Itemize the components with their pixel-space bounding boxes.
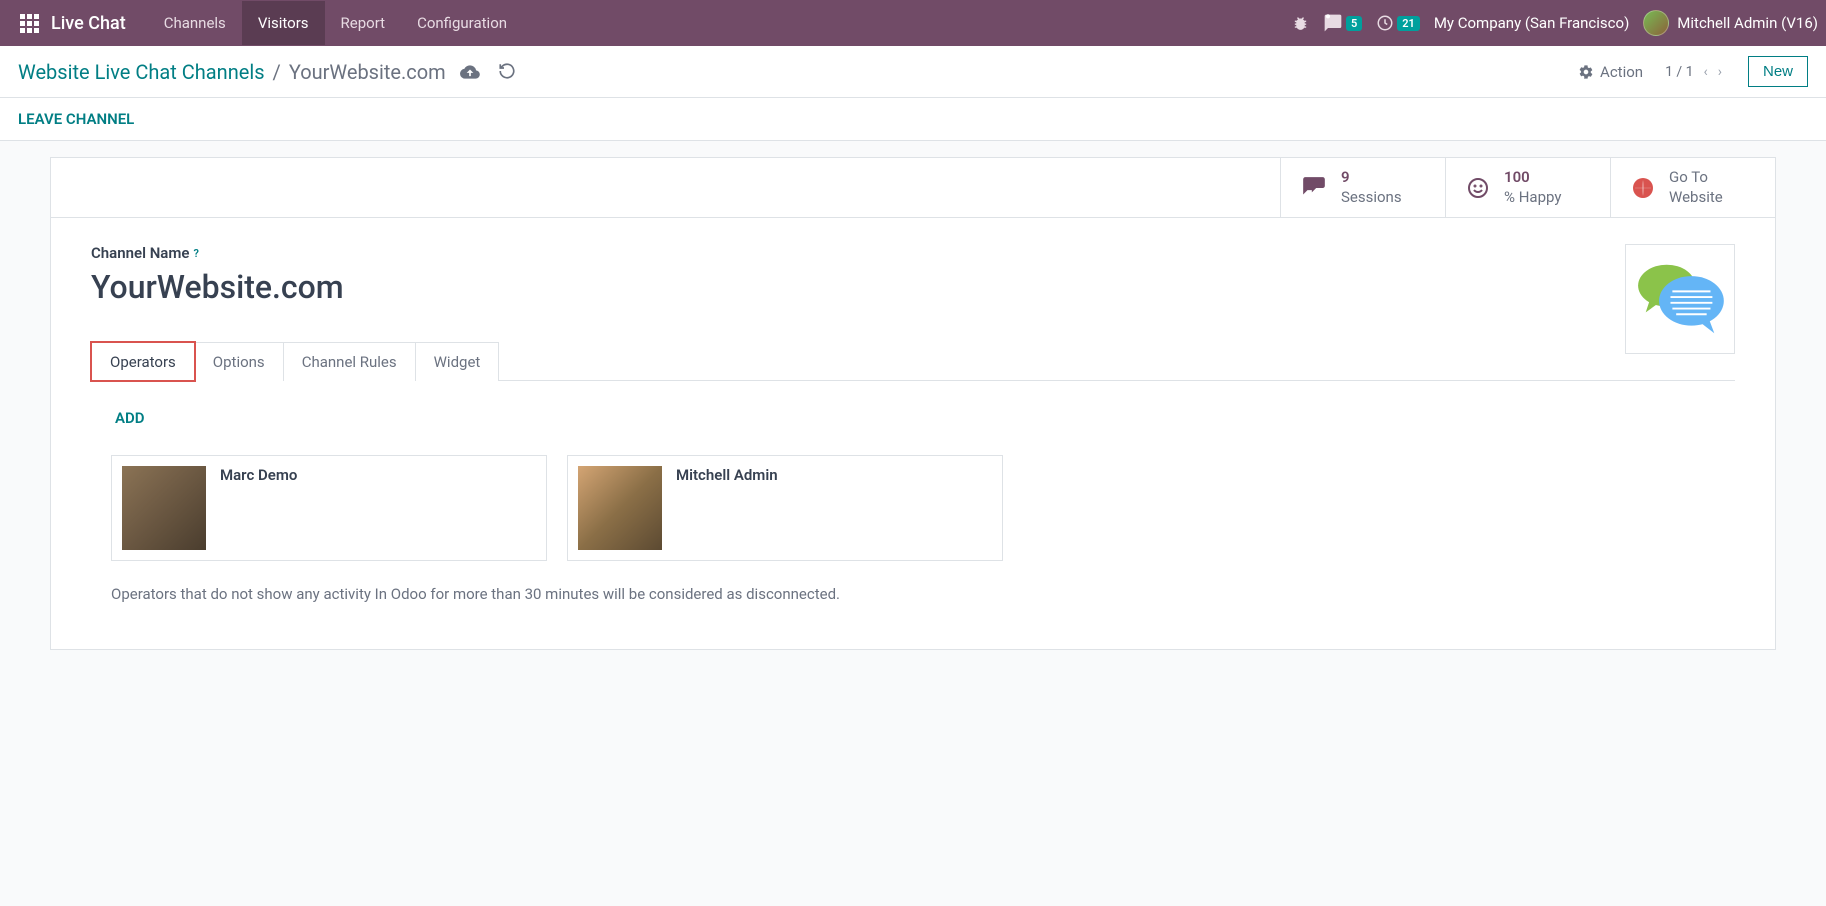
happy-count: 100: [1504, 168, 1561, 188]
debug-icon[interactable]: [1292, 15, 1309, 32]
breadcrumb: Website Live Chat Channels / YourWebsite…: [18, 60, 446, 84]
user-name: Mitchell Admin (V16): [1677, 14, 1818, 32]
app-brand[interactable]: Live Chat: [51, 13, 126, 34]
nav-item-report[interactable]: Report: [325, 1, 402, 45]
tab-options[interactable]: Options: [194, 342, 284, 381]
stat-goto-website[interactable]: Go To Website: [1610, 158, 1775, 217]
operator-name: Mitchell Admin: [676, 466, 778, 484]
nav-item-configuration[interactable]: Configuration: [401, 1, 523, 45]
action-label: Action: [1600, 63, 1643, 81]
sheet-body: Channel Name ? YourWebsite.com: [51, 218, 1775, 649]
apps-icon[interactable]: [20, 14, 39, 33]
gear-icon: [1578, 64, 1594, 80]
messages-badge: 5: [1346, 16, 1362, 31]
operator-card[interactable]: Marc Demo: [111, 455, 547, 561]
breadcrumb-separator: /: [273, 60, 281, 84]
navbar-right: 5 21 My Company (San Francisco) Mitchell…: [1292, 10, 1818, 36]
tab-content-operators: ADD Marc Demo Mitchell Admin Operators t…: [91, 381, 1735, 613]
form-sheet-wrapper: 9 Sessions 100 % Happy Go To: [0, 141, 1826, 690]
nav-item-visitors[interactable]: Visitors: [242, 1, 325, 45]
control-bar: Website Live Chat Channels / YourWebsite…: [0, 46, 1826, 98]
operators-help-text: Operators that do not show any activity …: [111, 585, 1715, 603]
channel-name-input[interactable]: YourWebsite.com: [91, 268, 1735, 306]
pager-prev-icon[interactable]: ‹: [1700, 62, 1712, 82]
breadcrumb-parent[interactable]: Website Live Chat Channels: [18, 60, 265, 84]
operator-cards: Marc Demo Mitchell Admin: [111, 455, 1715, 561]
stat-sessions[interactable]: 9 Sessions: [1280, 158, 1445, 217]
channel-name-label: Channel Name ?: [91, 244, 1735, 262]
nav-menu: Channels Visitors Report Configuration: [148, 1, 523, 45]
sessions-icon: [1301, 175, 1327, 201]
activities-badge: 21: [1397, 16, 1420, 31]
help-icon[interactable]: ?: [193, 247, 198, 260]
add-operator-button[interactable]: ADD: [115, 409, 145, 427]
discard-icon[interactable]: [498, 62, 516, 82]
action-dropdown[interactable]: Action: [1578, 63, 1643, 81]
stat-buttons-row: 9 Sessions 100 % Happy Go To: [51, 158, 1775, 218]
user-avatar-icon: [1643, 10, 1669, 36]
leave-channel-button[interactable]: LEAVE CHANNEL: [18, 110, 134, 128]
tab-channel-rules[interactable]: Channel Rules: [283, 342, 416, 381]
pager-text: 1 / 1: [1665, 64, 1693, 80]
operator-name: Marc Demo: [220, 466, 297, 484]
sessions-count: 9: [1341, 168, 1402, 188]
breadcrumb-current: YourWebsite.com: [289, 60, 446, 84]
operator-avatar: [578, 466, 662, 550]
pager-next-icon[interactable]: ›: [1714, 62, 1726, 82]
form-tabs: Operators Options Channel Rules Widget: [91, 342, 1735, 381]
user-menu[interactable]: Mitchell Admin (V16): [1643, 10, 1818, 36]
new-button[interactable]: New: [1748, 56, 1808, 87]
messages-icon[interactable]: 5: [1323, 13, 1362, 33]
navbar-left: Live Chat Channels Visitors Report Confi…: [8, 1, 523, 45]
tab-widget[interactable]: Widget: [415, 342, 500, 381]
globe-icon: [1631, 176, 1655, 200]
cloud-save-icon[interactable]: [460, 62, 480, 82]
breadcrumb-icons: [460, 62, 516, 82]
channel-image[interactable]: [1625, 244, 1735, 354]
activities-icon[interactable]: 21: [1376, 14, 1420, 32]
form-sheet: 9 Sessions 100 % Happy Go To: [50, 157, 1776, 650]
nav-item-channels[interactable]: Channels: [148, 1, 242, 45]
goto-line1: Go To: [1669, 168, 1723, 188]
tab-operators[interactable]: Operators: [91, 342, 195, 381]
sessions-label: Sessions: [1341, 188, 1402, 208]
status-bar: LEAVE CHANNEL: [0, 98, 1826, 141]
operator-avatar: [122, 466, 206, 550]
operator-card[interactable]: Mitchell Admin: [567, 455, 1003, 561]
happy-label: % Happy: [1504, 188, 1561, 208]
pager: 1 / 1 ‹ ›: [1665, 62, 1726, 82]
control-right: Action 1 / 1 ‹ › New: [1578, 56, 1808, 87]
main-navbar: Live Chat Channels Visitors Report Confi…: [0, 0, 1826, 46]
stat-happy[interactable]: 100 % Happy: [1445, 158, 1610, 217]
goto-line2: Website: [1669, 188, 1723, 208]
company-selector[interactable]: My Company (San Francisco): [1434, 14, 1629, 32]
happy-icon: [1466, 176, 1490, 200]
chat-bubbles-icon: [1632, 259, 1728, 339]
